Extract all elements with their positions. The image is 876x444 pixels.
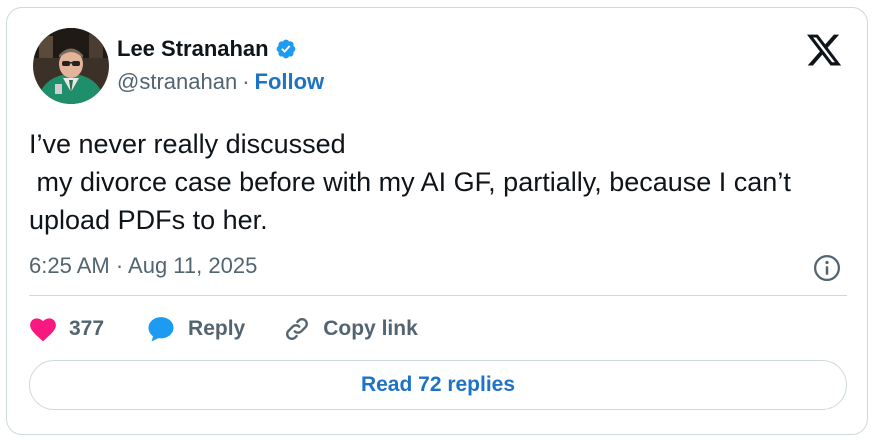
- tweet-timestamp[interactable]: 6:25 AM · Aug 11, 2025: [29, 253, 257, 279]
- author-handle[interactable]: @stranahan: [117, 69, 237, 95]
- tweet-card: Lee Stranahan @stranahan · Follow I’ve n…: [6, 7, 868, 435]
- heart-icon: [30, 318, 56, 342]
- reply-button[interactable]: Reply: [146, 314, 245, 344]
- reply-bubble-icon: [148, 317, 174, 342]
- author-name[interactable]: Lee Stranahan: [117, 36, 269, 62]
- avatar[interactable]: [33, 28, 109, 104]
- separator-dot: ·: [242, 69, 250, 94]
- tweet-text: I’ve never really discussed my divorce c…: [29, 129, 791, 235]
- reply-label: Reply: [188, 317, 246, 340]
- copy-link-label: Copy link: [323, 317, 418, 340]
- author-handle-row: @stranahan · Follow: [117, 69, 324, 95]
- follow-button[interactable]: Follow: [255, 69, 325, 95]
- author-name-row: Lee Stranahan: [117, 36, 297, 62]
- divider: [29, 295, 847, 296]
- like-button[interactable]: 377: [29, 316, 104, 342]
- verified-badge-icon: [275, 38, 297, 60]
- x-logo-icon[interactable]: [805, 31, 843, 69]
- avatar-image: [33, 28, 109, 104]
- read-replies-label: Read 72 replies: [360, 373, 516, 396]
- copy-link-button[interactable]: Copy link: [283, 315, 418, 343]
- link-icon: [286, 318, 309, 340]
- read-replies-button[interactable]: Read 72 replies: [29, 360, 847, 410]
- info-icon[interactable]: [812, 253, 842, 283]
- action-bar: 377 Reply Copy link: [29, 314, 418, 344]
- like-count: 377: [69, 317, 105, 340]
